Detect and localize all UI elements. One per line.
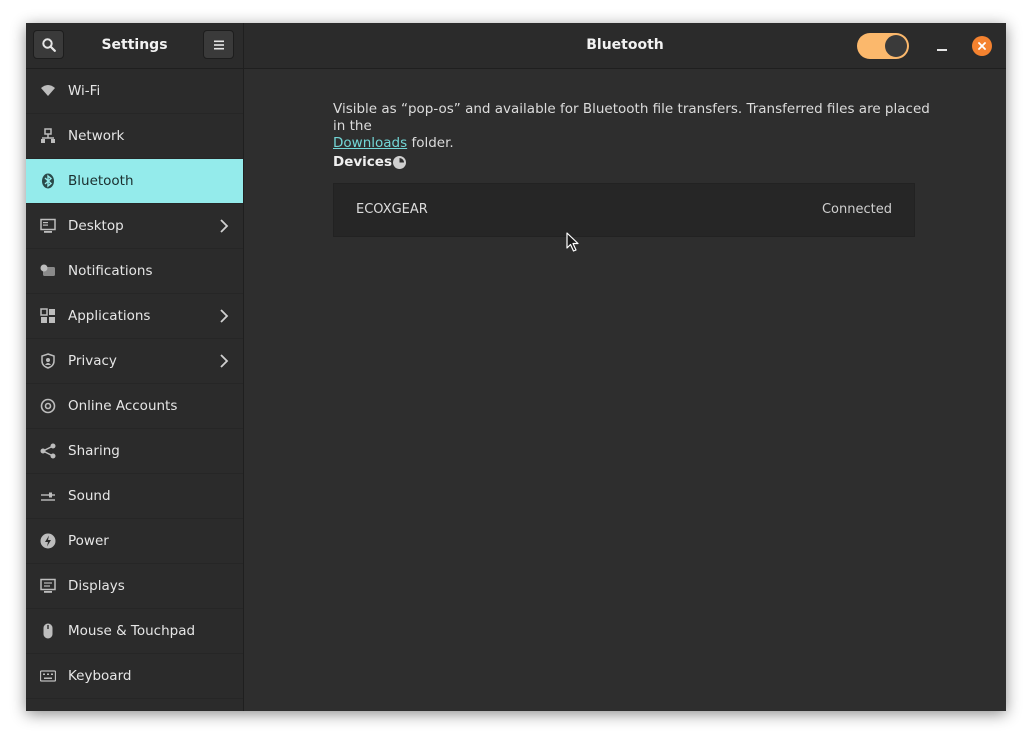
minimize-icon xyxy=(937,49,947,51)
bluetooth-panel: Visible as “pop-os” and available for Bl… xyxy=(244,69,1006,711)
sidebar-item-label: Mouse & Touchpad xyxy=(68,623,196,639)
mouse-icon xyxy=(40,623,56,639)
visibility-description: Visible as “pop-os” and available for Bl… xyxy=(333,101,933,152)
sidebar-item-bluetooth[interactable]: Bluetooth xyxy=(26,159,243,204)
sidebar-item-label: Network xyxy=(68,128,125,144)
sidebar-item-privacy[interactable]: Privacy xyxy=(26,339,243,384)
sidebar-item-label: Displays xyxy=(68,578,125,594)
notifications-icon xyxy=(40,263,56,279)
desktop-icon xyxy=(40,218,56,234)
menu-button[interactable] xyxy=(203,30,234,59)
sound-icon xyxy=(40,488,56,504)
sidebar-item-label: Power xyxy=(68,533,109,549)
description-suffix: folder. xyxy=(411,135,454,151)
keyboard-icon xyxy=(40,668,56,684)
sidebar-item-sound[interactable]: Sound xyxy=(26,474,243,519)
privacy-icon xyxy=(40,353,56,369)
toggle-knob xyxy=(885,35,907,57)
sidebar-item-mouse-touchpad[interactable]: Mouse & Touchpad xyxy=(26,609,243,654)
sidebar-item-keyboard[interactable]: Keyboard xyxy=(26,654,243,699)
chevron-right-icon xyxy=(220,354,229,368)
mouse-pointer-icon xyxy=(566,232,579,252)
sidebar-item-displays[interactable]: Displays xyxy=(26,564,243,609)
sidebar-item-applications[interactable]: Applications xyxy=(26,294,243,339)
sidebar-item-label: Applications xyxy=(68,308,151,324)
chevron-right-icon xyxy=(220,219,229,233)
description-text: Visible as “pop-os” and available for Bl… xyxy=(333,101,930,134)
devices-heading: Devices xyxy=(333,154,392,170)
wifi-icon xyxy=(40,83,56,99)
hamburger-menu-icon xyxy=(213,40,224,49)
spinner-icon xyxy=(393,156,406,169)
sidebar-item-label: Privacy xyxy=(68,353,117,369)
sidebar-item-label: Online Accounts xyxy=(68,398,178,414)
sidebar-item-wifi[interactable]: Wi-Fi xyxy=(26,69,243,114)
sidebar-item-label: Keyboard xyxy=(68,668,132,684)
sidebar-item-network[interactable]: Network xyxy=(26,114,243,159)
at-sign-icon xyxy=(40,398,56,414)
sidebar-item-label: Sound xyxy=(68,488,111,504)
applications-icon xyxy=(40,308,56,324)
minimize-button[interactable] xyxy=(931,35,953,57)
power-icon xyxy=(40,533,56,549)
sidebar-header: Settings xyxy=(26,23,244,69)
network-icon xyxy=(40,128,56,144)
sidebar-item-label: Bluetooth xyxy=(68,173,134,189)
settings-window: Settings Bluetooth Wi-Fi Network Bluetoo… xyxy=(26,23,1006,711)
bluetooth-icon xyxy=(40,173,56,189)
device-row[interactable]: ECOXGEAR Connected xyxy=(333,183,915,237)
sidebar-item-notifications[interactable]: Notifications xyxy=(26,249,243,294)
share-icon xyxy=(40,443,56,459)
sidebar-item-power[interactable]: Power xyxy=(26,519,243,564)
device-name: ECOXGEAR xyxy=(356,202,428,217)
close-button[interactable] xyxy=(972,36,992,56)
chevron-right-icon xyxy=(220,309,229,323)
sidebar-item-label: Notifications xyxy=(68,263,153,279)
displays-icon xyxy=(40,578,56,594)
main-header: Bluetooth xyxy=(244,23,1006,69)
sidebar-item-label: Wi-Fi xyxy=(68,83,101,99)
device-status: Connected xyxy=(821,202,892,217)
sidebar-item-label: Desktop xyxy=(68,218,124,234)
downloads-link[interactable]: Downloads xyxy=(333,135,407,151)
bluetooth-toggle[interactable] xyxy=(857,33,909,59)
sidebar-item-label: Sharing xyxy=(68,443,120,459)
close-icon xyxy=(978,42,986,50)
sidebar-item-desktop[interactable]: Desktop xyxy=(26,204,243,249)
sidebar-item-online-accounts[interactable]: Online Accounts xyxy=(26,384,243,429)
sidebar: Wi-Fi Network Bluetooth Desktop Notifica… xyxy=(26,69,244,711)
sidebar-item-sharing[interactable]: Sharing xyxy=(26,429,243,474)
